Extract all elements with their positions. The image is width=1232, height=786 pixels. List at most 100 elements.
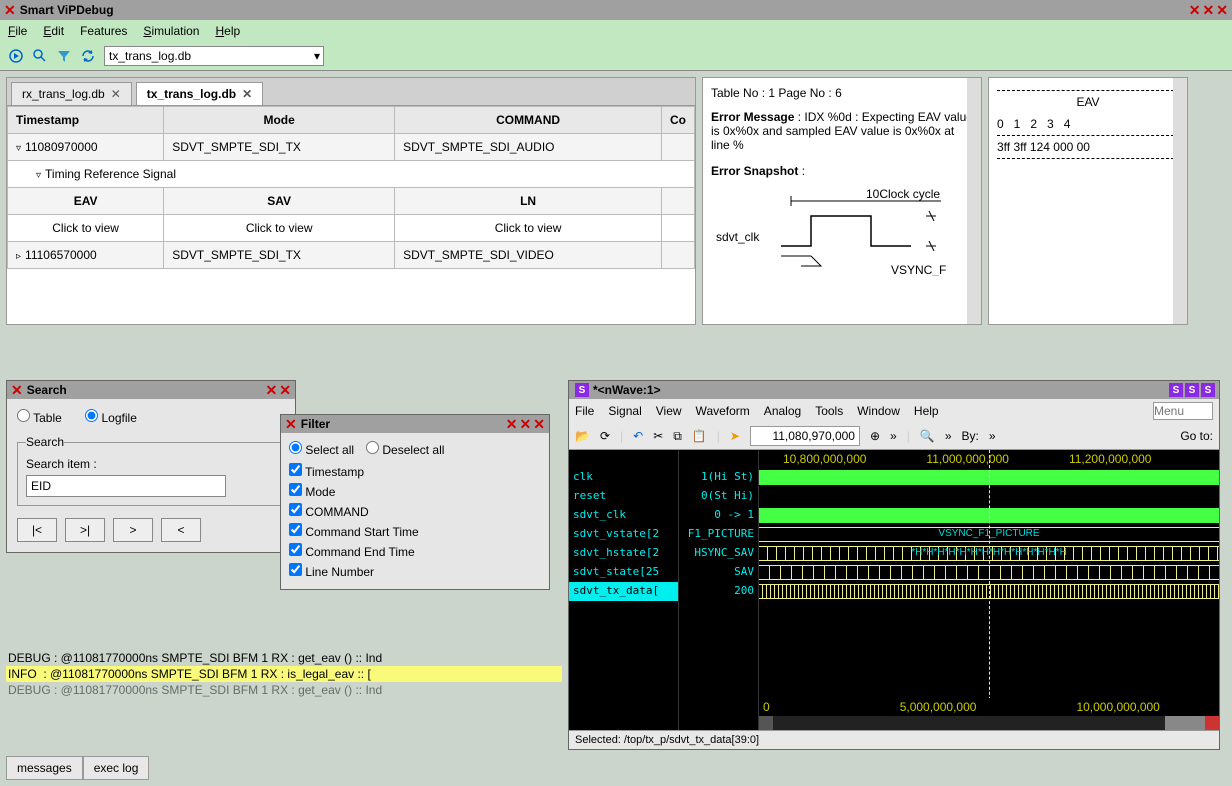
- link-ln[interactable]: Click to view: [395, 215, 662, 242]
- nw-menu-window[interactable]: Window: [857, 404, 900, 418]
- scrollbar-h[interactable]: [759, 716, 1219, 730]
- nw-menu-signal[interactable]: Signal: [608, 404, 641, 418]
- min-icon[interactable]: ✕: [1189, 2, 1201, 19]
- val-sdvt-clk: 0 -> 1: [679, 506, 758, 525]
- app-icon: S: [575, 383, 589, 397]
- col-command[interactable]: COMMAND: [395, 107, 662, 134]
- menu-simulation[interactable]: Simulation: [143, 24, 199, 38]
- zoom-out-icon[interactable]: 🔍: [920, 429, 935, 443]
- menu-edit[interactable]: Edit: [43, 24, 64, 38]
- nav-lastjump[interactable]: >|: [65, 518, 105, 542]
- refresh-icon[interactable]: [80, 48, 96, 64]
- filter-icon[interactable]: [56, 48, 72, 64]
- sig-hstate[interactable]: sdvt_hstate[2: [569, 544, 678, 563]
- nwave-window: S *<nWave:1> S S S File Signal View Wave…: [568, 380, 1220, 750]
- max-icon[interactable]: ✕: [1203, 2, 1215, 19]
- table-row[interactable]: ▿Timing Reference Signal: [8, 161, 695, 188]
- chevron-down-icon[interactable]: ▿: [36, 170, 41, 181]
- close-icon[interactable]: ✕: [520, 416, 532, 433]
- sig-tx-data[interactable]: sdvt_tx_data[: [569, 582, 678, 601]
- sig-sdvt-clk[interactable]: sdvt_clk: [569, 506, 678, 525]
- main-titlebar: ✕ Smart ViPDebug ✕ ✕ ✕: [0, 0, 1232, 20]
- close-icon[interactable]: ✕: [111, 87, 121, 101]
- tab-messages[interactable]: messages: [6, 756, 83, 780]
- sig-state[interactable]: sdvt_state[25: [569, 563, 678, 582]
- close-icon[interactable]: ✕: [266, 382, 278, 399]
- sig-reset[interactable]: reset: [569, 487, 678, 506]
- waveform-area[interactable]: 10,800,000,00011,000,000,00011,200,000,0…: [759, 450, 1219, 730]
- tab-rx[interactable]: rx_trans_log.db ✕: [11, 82, 132, 105]
- cursor-line[interactable]: [989, 450, 990, 730]
- win-icon[interactable]: S: [1201, 383, 1215, 397]
- chevron-down-icon[interactable]: ▿: [16, 143, 21, 154]
- close-icon[interactable]: ✕: [506, 416, 518, 433]
- chk-ln[interactable]: Line Number: [289, 565, 374, 579]
- reload-icon[interactable]: ⟳: [600, 429, 610, 443]
- chk-mode[interactable]: Mode: [289, 485, 335, 499]
- opt-deselect-all[interactable]: Deselect all: [366, 441, 444, 457]
- win-icon[interactable]: S: [1169, 383, 1183, 397]
- lock-icon[interactable]: ⊕: [870, 429, 880, 443]
- open-icon[interactable]: 📂: [575, 429, 590, 443]
- close-icon[interactable]: ✕: [279, 382, 291, 399]
- col-mode[interactable]: Mode: [164, 107, 395, 134]
- nav-first[interactable]: |<: [17, 518, 57, 542]
- menu-features[interactable]: Features: [80, 24, 127, 38]
- opt-logfile[interactable]: Logfile: [85, 411, 137, 425]
- chk-cet[interactable]: Command End Time: [289, 545, 415, 559]
- col-co[interactable]: Co: [662, 107, 695, 134]
- more-icon[interactable]: »: [890, 429, 897, 443]
- nav-prev[interactable]: <: [161, 518, 201, 542]
- menu-help[interactable]: Help: [215, 24, 240, 38]
- table-row[interactable]: ▿11080970000 SDVT_SMPTE_SDI_TX SDVT_SMPT…: [8, 134, 695, 161]
- close-icon[interactable]: ✕: [242, 87, 252, 101]
- paste-icon[interactable]: 📋: [692, 429, 707, 443]
- link-sav[interactable]: Click to view: [164, 215, 395, 242]
- chevron-right-icon[interactable]: ▹: [16, 251, 21, 262]
- sig-vstate[interactable]: sdvt_vstate[2: [569, 525, 678, 544]
- chk-command[interactable]: COMMAND: [289, 505, 369, 519]
- copy-icon[interactable]: ⧉: [673, 429, 682, 444]
- scrollbar-v[interactable]: [1173, 78, 1187, 324]
- close-icon[interactable]: ✕: [4, 2, 16, 19]
- db-path-input[interactable]: [104, 46, 324, 66]
- close-icon[interactable]: ✕: [533, 416, 545, 433]
- sig-clk[interactable]: clk: [569, 468, 678, 487]
- search-icon[interactable]: [32, 48, 48, 64]
- dropdown-icon[interactable]: ▾: [314, 49, 320, 63]
- nw-menu-file[interactable]: File: [575, 404, 594, 418]
- time-input[interactable]: [750, 426, 860, 446]
- nw-menu-help[interactable]: Help: [914, 404, 939, 418]
- opt-table[interactable]: Table: [17, 411, 62, 425]
- opt-select-all[interactable]: Select all: [289, 441, 354, 457]
- nw-menu-tools[interactable]: Tools: [815, 404, 843, 418]
- link-eav[interactable]: Click to view: [8, 215, 164, 242]
- chk-timestamp[interactable]: Timestamp: [289, 465, 364, 479]
- chk-cst[interactable]: Command Start Time: [289, 525, 419, 539]
- nw-menu-analog[interactable]: Analog: [764, 404, 801, 418]
- more-icon[interactable]: »: [945, 429, 952, 443]
- cut-icon[interactable]: ✂: [653, 429, 663, 443]
- cursor-icon[interactable]: ➤: [730, 429, 740, 443]
- menu-file[interactable]: File: [8, 24, 27, 38]
- table-row[interactable]: ▹11106570000 SDVT_SMPTE_SDI_TX SDVT_SMPT…: [8, 242, 695, 269]
- col-timestamp[interactable]: Timestamp: [8, 107, 164, 134]
- close-icon[interactable]: ✕: [11, 382, 23, 399]
- scrollbar-v[interactable]: [967, 78, 981, 324]
- nav-next[interactable]: >: [113, 518, 153, 542]
- nw-menu-waveform[interactable]: Waveform: [696, 404, 750, 418]
- close-icon[interactable]: ✕: [285, 416, 297, 433]
- win-icon[interactable]: S: [1185, 383, 1199, 397]
- menu-text-input[interactable]: [1153, 402, 1213, 420]
- nw-menu-view[interactable]: View: [656, 404, 682, 418]
- close-icon-2[interactable]: ✕: [1216, 2, 1228, 19]
- tab-exec-log[interactable]: exec log: [83, 756, 150, 780]
- search-input[interactable]: [26, 475, 226, 497]
- undo-icon[interactable]: ↶: [633, 429, 643, 443]
- play-icon[interactable]: [8, 48, 24, 64]
- eav-title: EAV: [997, 95, 1179, 109]
- tab-tx[interactable]: tx_trans_log.db ✕: [136, 82, 263, 105]
- more-icon[interactable]: »: [989, 429, 996, 443]
- val-vstate: F1_PICTURE: [679, 525, 758, 544]
- eav-vals: 3ff 3ff 124 000 00: [997, 140, 1179, 154]
